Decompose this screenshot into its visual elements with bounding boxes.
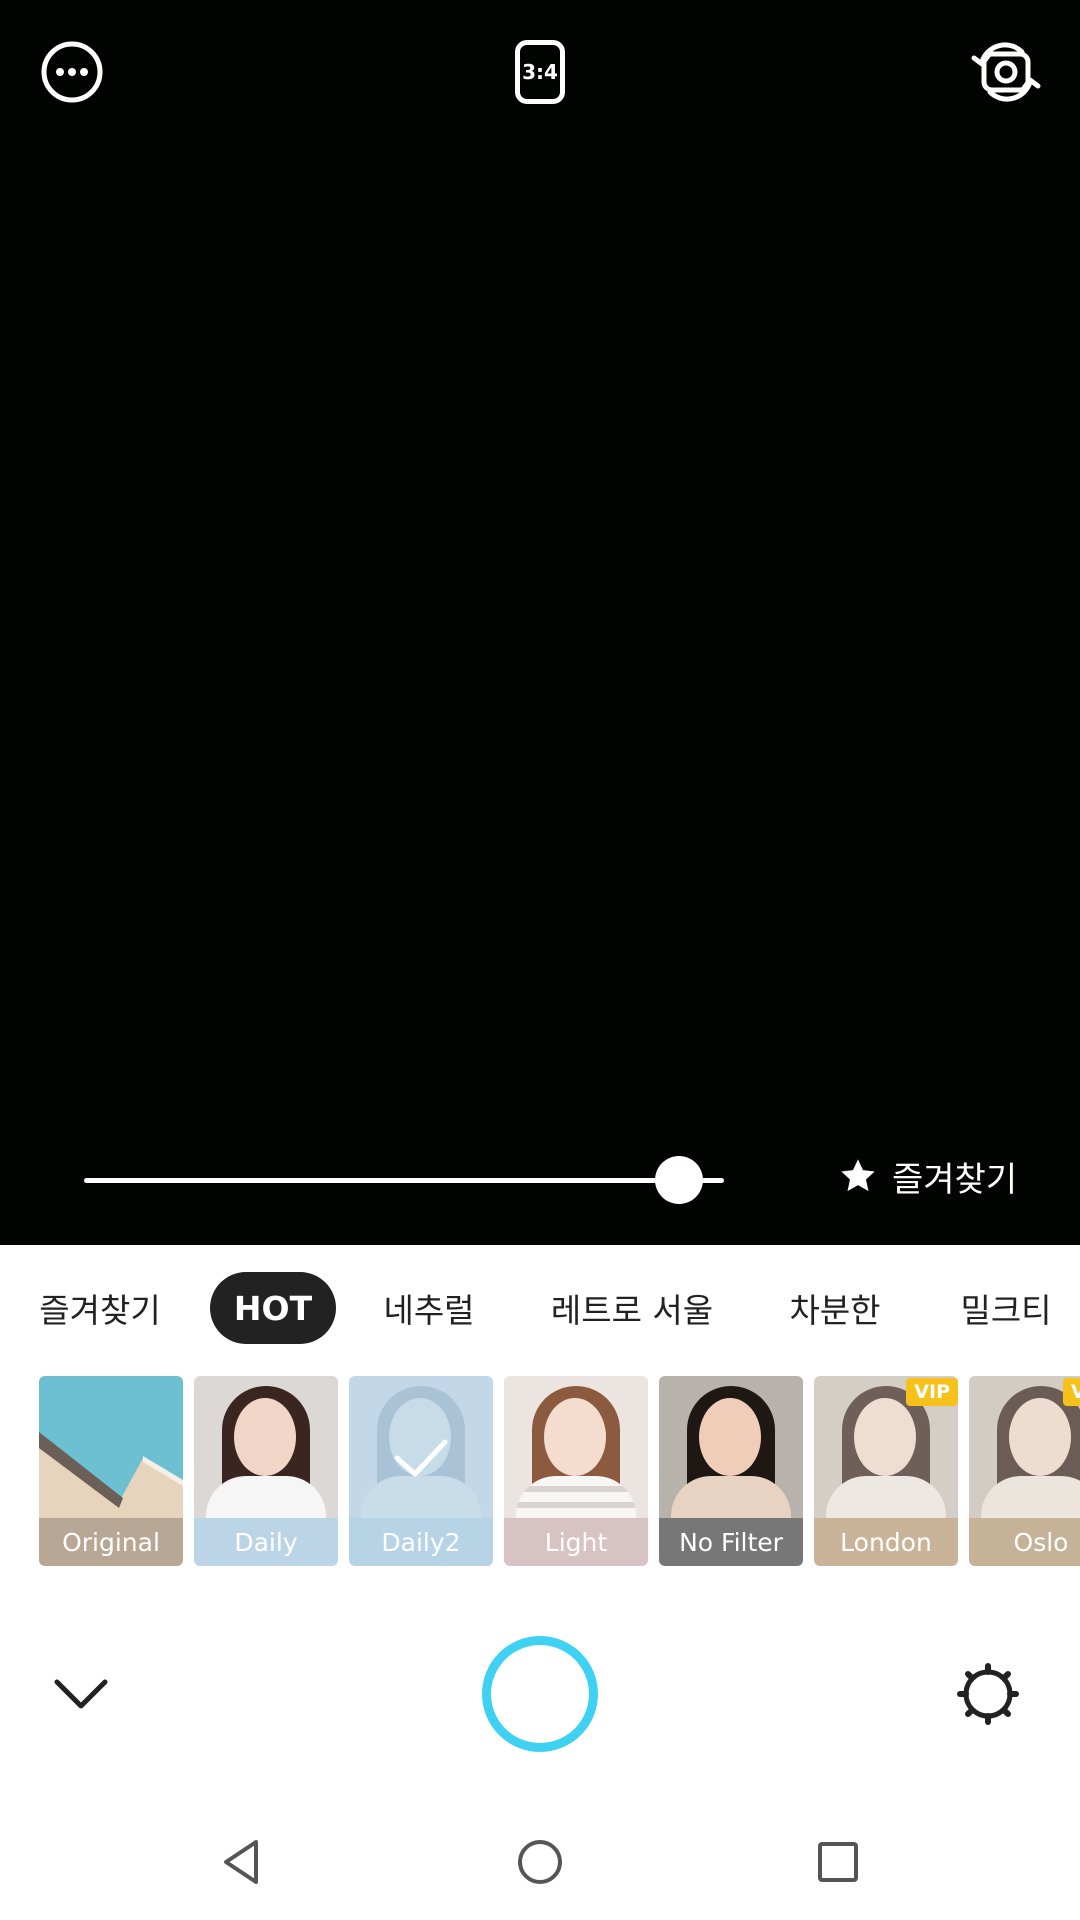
favorite-label: 즐겨찾기 <box>892 1159 1018 1200</box>
tab-label: 레트로 서울 <box>550 1291 714 1330</box>
vip-badge: VIP <box>906 1378 958 1406</box>
filter-thumbnail <box>194 1376 338 1536</box>
tab-milk-tea[interactable]: 밀크티 <box>950 1272 1062 1344</box>
filter-light[interactable]: Light <box>504 1376 648 1566</box>
tab-calm[interactable]: 차분한 <box>780 1272 890 1344</box>
add-favorite-button[interactable]: 즐겨찾기 <box>820 1148 1035 1204</box>
filter-intensity-slider[interactable] <box>84 1156 724 1204</box>
filter-label: London <box>814 1518 958 1566</box>
aspect-ratio-icon: 3:4 <box>515 40 565 104</box>
tab-label: 밀크티 <box>960 1291 1052 1330</box>
tab-label: HOT <box>233 1288 313 1328</box>
filter-list: Original Daily Daily2 Light No Filter VI… <box>0 1376 1080 1568</box>
vip-badge: V <box>1063 1378 1080 1406</box>
filter-label: Original <box>39 1518 183 1566</box>
settings-button[interactable] <box>956 1662 1020 1726</box>
capture-controls <box>0 1620 1080 1770</box>
more-options-button[interactable] <box>36 36 108 108</box>
tab-label: 차분한 <box>789 1291 881 1330</box>
checkmark-icon <box>394 1439 448 1477</box>
switch-camera-icon <box>971 42 1041 102</box>
tab-retro-seoul[interactable]: 레트로 서울 <box>540 1272 724 1344</box>
filter-daily[interactable]: Daily <box>194 1376 338 1566</box>
settings-gear-icon <box>957 1663 1019 1725</box>
filter-label: Daily <box>194 1518 338 1566</box>
filter-thumbnail <box>349 1376 493 1536</box>
slider-track <box>84 1178 724 1183</box>
shutter-button[interactable] <box>482 1636 598 1752</box>
filter-no-filter[interactable]: No Filter <box>659 1376 803 1566</box>
aspect-ratio-label: 3:4 <box>522 60 558 84</box>
tab-label: 즐겨찾기 <box>39 1291 161 1330</box>
tab-natural[interactable]: 네추럴 <box>372 1272 486 1344</box>
architecture-image <box>39 1432 183 1518</box>
system-navigation-bar <box>0 1810 1080 1920</box>
filter-original[interactable]: Original <box>39 1376 183 1566</box>
tab-label: 네추럴 <box>383 1291 475 1330</box>
nav-home-button[interactable] <box>512 1834 568 1890</box>
recents-square-icon <box>818 1842 858 1882</box>
star-icon <box>841 1159 875 1192</box>
filter-thumbnail <box>504 1376 648 1536</box>
filter-daily2[interactable]: Daily2 <box>349 1376 493 1566</box>
slider-thumb[interactable] <box>655 1156 704 1204</box>
filter-label: No Filter <box>659 1518 803 1566</box>
aspect-ratio-button[interactable]: 3:4 <box>504 36 576 108</box>
filter-oslo[interactable]: V Oslo <box>969 1376 1080 1566</box>
switch-camera-button[interactable] <box>970 36 1042 108</box>
nav-back-button[interactable] <box>214 1834 270 1890</box>
filter-london[interactable]: VIP London <box>814 1376 958 1566</box>
filter-thumbnail <box>39 1376 183 1518</box>
filter-category-tabs: 즐겨찾기 HOT 네추럴 레트로 서울 차분한 밀크티 <box>0 1272 1080 1348</box>
camera-viewfinder[interactable]: 3:4 즐겨찾기 <box>0 0 1080 1245</box>
filter-label: Daily2 <box>349 1518 493 1566</box>
home-circle-icon <box>518 1840 562 1884</box>
chevron-down-icon <box>54 1679 108 1709</box>
tab-favorites[interactable]: 즐겨찾기 <box>30 1272 170 1344</box>
collapse-panel-button[interactable] <box>46 1664 116 1724</box>
more-horizontal-icon <box>41 41 103 103</box>
filter-thumbnail <box>659 1376 803 1536</box>
back-triangle-icon <box>224 1840 258 1884</box>
nav-recents-button[interactable] <box>810 1834 866 1890</box>
filter-label: Oslo <box>969 1518 1080 1566</box>
filter-label: Light <box>504 1518 648 1566</box>
tab-hot[interactable]: HOT <box>210 1272 336 1344</box>
